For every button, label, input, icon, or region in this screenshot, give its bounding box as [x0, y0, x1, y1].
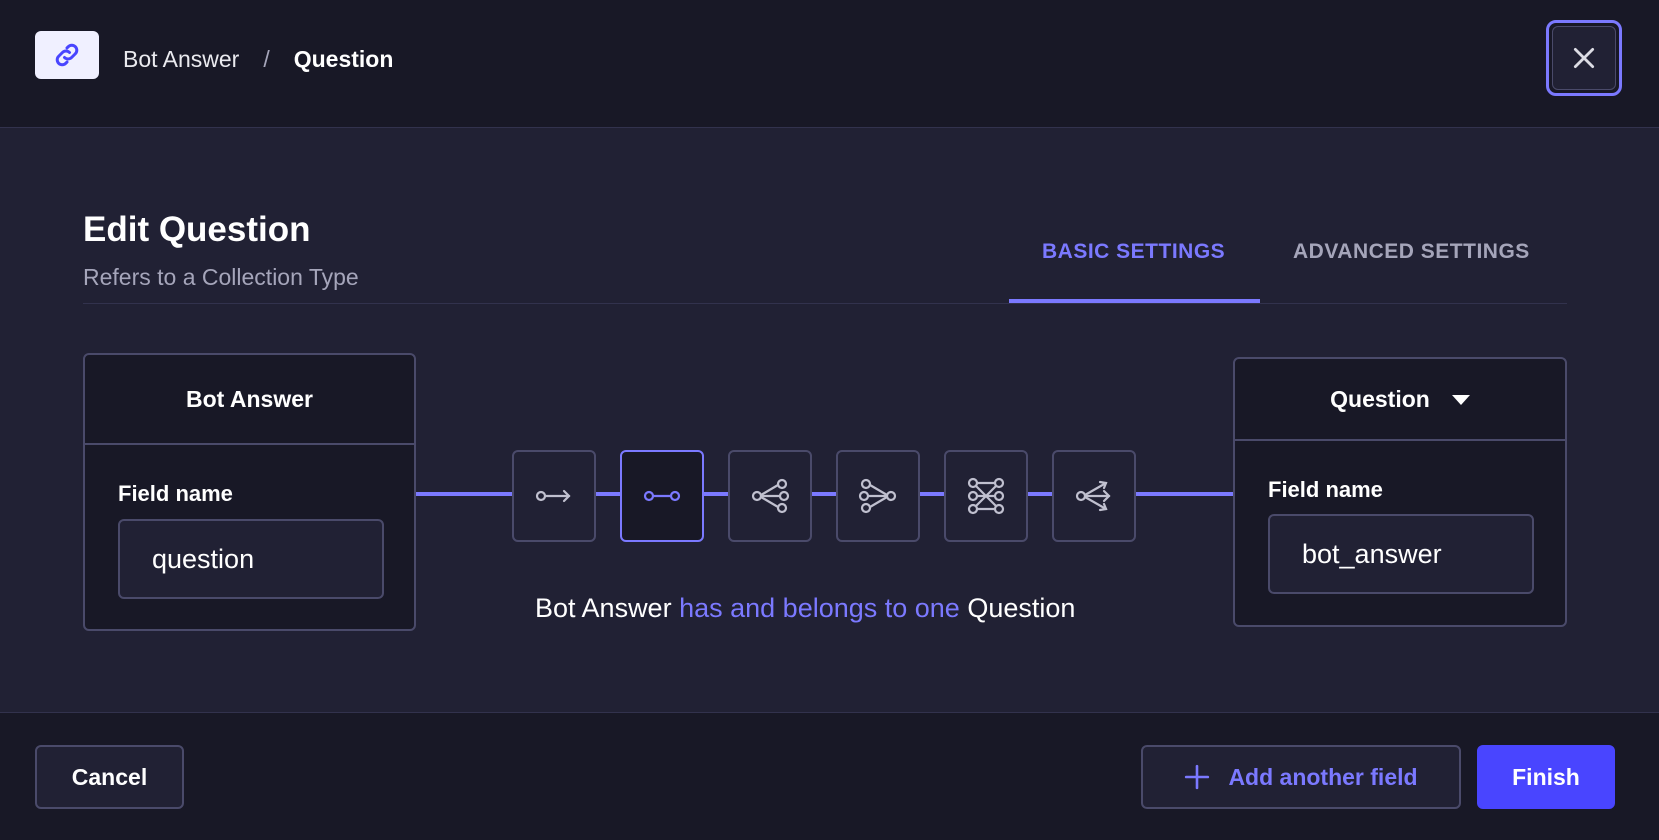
- modal-header: Bot Answer / Question: [0, 0, 1659, 128]
- source-field-label: Field name: [118, 481, 233, 506]
- target-field-name-input[interactable]: [1268, 514, 1534, 594]
- target-collection-dropdown[interactable]: Question: [1235, 359, 1565, 441]
- tab-advanced-settings[interactable]: ADVANCED SETTINGS: [1293, 240, 1530, 264]
- many-to-many-icon: [967, 477, 1005, 515]
- cancel-button[interactable]: Cancel: [35, 745, 184, 809]
- link-icon: [35, 31, 99, 79]
- edit-relation-modal: Bot Answer / Question Edit Question Refe…: [0, 0, 1659, 840]
- close-button[interactable]: [1546, 20, 1622, 96]
- one-to-many-icon: [751, 478, 790, 514]
- many-way-icon: [1075, 480, 1111, 512]
- add-another-field-button[interactable]: Add another field: [1141, 745, 1461, 809]
- relation-type-many-to-many[interactable]: [944, 450, 1028, 542]
- active-tab-indicator: [1009, 299, 1260, 303]
- source-field-name-input[interactable]: [118, 519, 384, 599]
- many-to-one-icon: [858, 478, 897, 514]
- breadcrumb: Bot Answer / Question: [123, 40, 393, 78]
- relation-type-one-to-many[interactable]: [728, 450, 812, 542]
- caret-down-icon: [1451, 395, 1470, 405]
- relation-source-box: Bot Answer Field name: [83, 353, 416, 631]
- relation-target-box: Question Field name: [1233, 357, 1567, 627]
- breadcrumb-separator: /: [263, 45, 270, 72]
- target-collection-name: Question: [1330, 385, 1430, 412]
- page-subtitle: Refers to a Collection Type: [83, 264, 359, 290]
- finish-button[interactable]: Finish: [1477, 745, 1615, 809]
- relation-description-source: Bot Answer: [535, 593, 672, 623]
- one-to-one-icon: [643, 490, 681, 502]
- add-another-field-label: Add another field: [1228, 763, 1418, 790]
- relation-description-type: has and belongs to one: [679, 593, 960, 623]
- relation-type-many-to-one[interactable]: [836, 450, 920, 542]
- source-collection-name: Bot Answer: [85, 355, 414, 445]
- relation-type-many-way[interactable]: [1052, 450, 1136, 542]
- breadcrumb-item-question: Question: [293, 45, 394, 72]
- page-title: Edit Question: [83, 210, 311, 249]
- relation-description-target: Question: [967, 593, 1076, 623]
- relation-type-one-to-one[interactable]: [620, 450, 704, 542]
- tabs-divider: [83, 303, 1567, 304]
- relation-description: Bot Answer has and belongs to one Questi…: [535, 593, 1075, 624]
- tab-basic-settings[interactable]: BASIC SETTINGS: [1042, 240, 1225, 264]
- close-icon: [1552, 26, 1616, 90]
- breadcrumb-item-bot-answer: Bot Answer: [123, 45, 240, 72]
- plus-icon: [1184, 764, 1210, 790]
- relation-type-one-way[interactable]: [512, 450, 596, 542]
- target-field-label: Field name: [1268, 477, 1383, 502]
- one-way-icon: [535, 489, 571, 503]
